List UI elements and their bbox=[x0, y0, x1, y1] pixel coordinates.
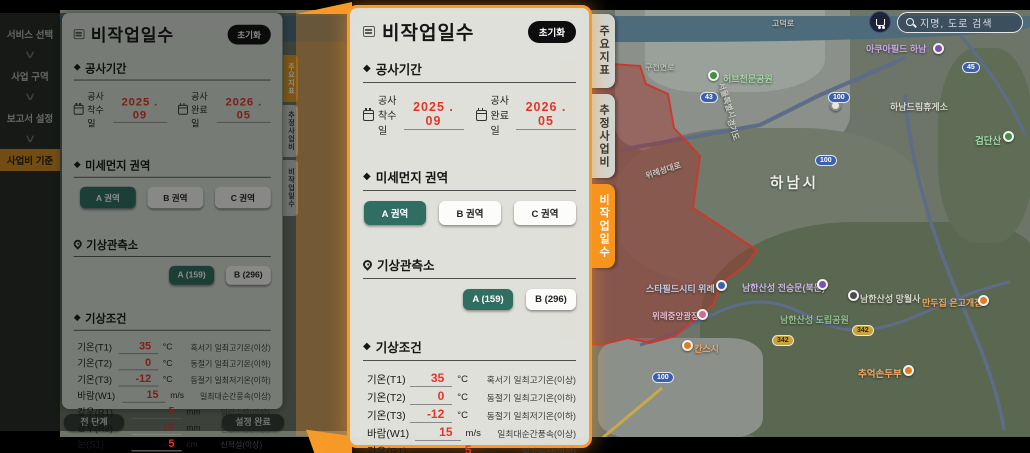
route-shield: 342 bbox=[852, 325, 874, 336]
calendar-icon bbox=[363, 110, 374, 121]
end-date-label: 공사완료일 bbox=[491, 92, 513, 137]
weather-value-input[interactable]: 5 bbox=[425, 443, 479, 453]
weather-unit: °C bbox=[457, 374, 478, 385]
map-poi-label: 남한산성 전승문(북문) bbox=[742, 281, 825, 294]
poi-icon bbox=[1003, 131, 1014, 142]
map-poi-label: 만두집 은고개점 bbox=[922, 296, 982, 309]
poi-icon bbox=[682, 340, 693, 351]
cart-icon bbox=[876, 19, 885, 26]
section-heading: 미세먼지 권역 bbox=[376, 167, 448, 186]
map-park-label: 남한산성 도립공원 bbox=[780, 313, 849, 326]
end-date-value[interactable]: 2026 . 05 bbox=[516, 100, 576, 130]
map-poi-label: 위례중앙광장 bbox=[652, 310, 699, 322]
map-poi-label: 추억손두부 bbox=[858, 366, 902, 380]
section-heading: 공사기간 bbox=[376, 59, 422, 78]
poi-icon bbox=[817, 279, 828, 290]
section-heading: 기상관측소 bbox=[377, 255, 435, 274]
dim-overlay bbox=[0, 13, 347, 431]
calendar-icon bbox=[476, 110, 487, 121]
weather-value-input[interactable]: 0 bbox=[410, 389, 452, 405]
station-a-button[interactable]: A (159) bbox=[463, 289, 513, 310]
start-date-value[interactable]: 2025 . 09 bbox=[404, 100, 464, 130]
map-road-label: 고덕로 bbox=[772, 18, 794, 29]
map-cart-button[interactable] bbox=[869, 11, 891, 33]
weather-label: 기온(T3) bbox=[363, 408, 410, 423]
side-tab-key-indicators[interactable]: 주요지표 bbox=[592, 14, 615, 88]
map-poi-label: 남한산성 망월사 bbox=[860, 292, 920, 305]
weather-unit: °C bbox=[457, 410, 478, 421]
map-poi-label: 아쿠아필드 하남 bbox=[866, 42, 926, 55]
panel-title: 비작업일수 bbox=[382, 18, 521, 45]
poi-icon bbox=[697, 309, 708, 320]
poi-icon bbox=[708, 70, 719, 81]
weather-unit: °C bbox=[457, 392, 478, 403]
zone-c-button[interactable]: C 권역 bbox=[514, 201, 576, 225]
zone-a-button[interactable]: A 권역 bbox=[364, 201, 426, 225]
station-b-button[interactable]: B (296) bbox=[526, 289, 576, 310]
map-poi-label: 허브천문공원 bbox=[723, 72, 773, 85]
weather-desc: 일강수량(이상) bbox=[522, 445, 576, 453]
map-search-input[interactable]: 지명, 도로 검색 bbox=[897, 12, 1023, 33]
weather-label: 눈(S1) bbox=[74, 437, 132, 451]
weather-label: 기온(T2) bbox=[363, 390, 410, 405]
pin-icon bbox=[361, 258, 374, 271]
map-poi-label: 하남드림휴게소 bbox=[890, 100, 948, 113]
map-poi-label: 칸스시 bbox=[694, 342, 719, 355]
diamond-icon: ◆ bbox=[363, 63, 371, 74]
weather-value-input[interactable]: 35 bbox=[410, 371, 452, 387]
weather-desc: 신적설(이상) bbox=[220, 438, 262, 450]
search-icon bbox=[906, 18, 914, 26]
weather-label: 기온(T1) bbox=[363, 372, 410, 387]
zone-b-button[interactable]: B 권역 bbox=[439, 201, 501, 225]
search-placeholder: 지명, 도로 검색 bbox=[920, 15, 993, 30]
side-tab-estimated-cost[interactable]: 추정사업비 bbox=[592, 94, 615, 178]
route-shield: 100 bbox=[652, 372, 674, 383]
diamond-icon: ◆ bbox=[363, 171, 371, 182]
highlighted-panel: 비작업일수 초기화 ◆ 공사기간 공사착수일2025 . 09 공사완료일2026… bbox=[347, 5, 592, 448]
reset-button[interactable]: 초기화 bbox=[528, 21, 576, 43]
weather-value-input[interactable]: 15 bbox=[415, 425, 461, 441]
app-screenshot: 하남시 아쿠아필드 하남 허브천문공원 하남드림휴게소 검단산 남한산성 전승문… bbox=[0, 0, 1030, 453]
weather-unit: cm bbox=[186, 439, 213, 449]
highlight-beam bbox=[296, 10, 348, 436]
route-shield: 45 bbox=[962, 62, 980, 73]
weather-desc: 동절기 일최저기온(이하) bbox=[487, 409, 576, 422]
map-poi-label: 스타필드시티 위례 bbox=[646, 282, 715, 295]
route-shield: 100 bbox=[815, 155, 837, 166]
weather-unit: mm bbox=[485, 446, 514, 453]
panel-icon bbox=[363, 26, 375, 37]
route-shield: 342 bbox=[772, 335, 794, 346]
route-shield: 43 bbox=[700, 92, 718, 103]
weather-desc: 혹서기 일최고기온(이상) bbox=[487, 373, 576, 386]
start-date-label: 공사착수일 bbox=[378, 92, 400, 137]
poi-icon bbox=[933, 43, 944, 54]
poi-icon bbox=[716, 280, 727, 291]
weather-unit: m/s bbox=[466, 428, 490, 439]
diamond-icon: ◆ bbox=[363, 341, 371, 352]
poi-icon bbox=[848, 290, 859, 301]
side-tab-nonworking-days[interactable]: 비작업일수 bbox=[592, 184, 615, 268]
weather-desc: 일최대순간풍속(이상) bbox=[497, 427, 576, 440]
poi-icon bbox=[903, 365, 914, 376]
weather-value-input[interactable]: -12 bbox=[410, 407, 452, 423]
section-heading: 기상조건 bbox=[376, 337, 422, 356]
weather-label: 강우(R1) bbox=[363, 444, 425, 453]
map-road-label: 구천면로 bbox=[645, 62, 674, 73]
weather-desc: 동절기 일최고기온(이하) bbox=[487, 391, 576, 404]
weather-label: 바람(W1) bbox=[363, 426, 415, 441]
map-city-label: 하남시 bbox=[770, 172, 819, 193]
route-shield: 100 bbox=[828, 92, 850, 103]
weather-value-input[interactable]: 5 bbox=[131, 437, 181, 451]
poi-icon bbox=[978, 295, 989, 306]
map-poi-label: 검단산 bbox=[975, 133, 1001, 147]
